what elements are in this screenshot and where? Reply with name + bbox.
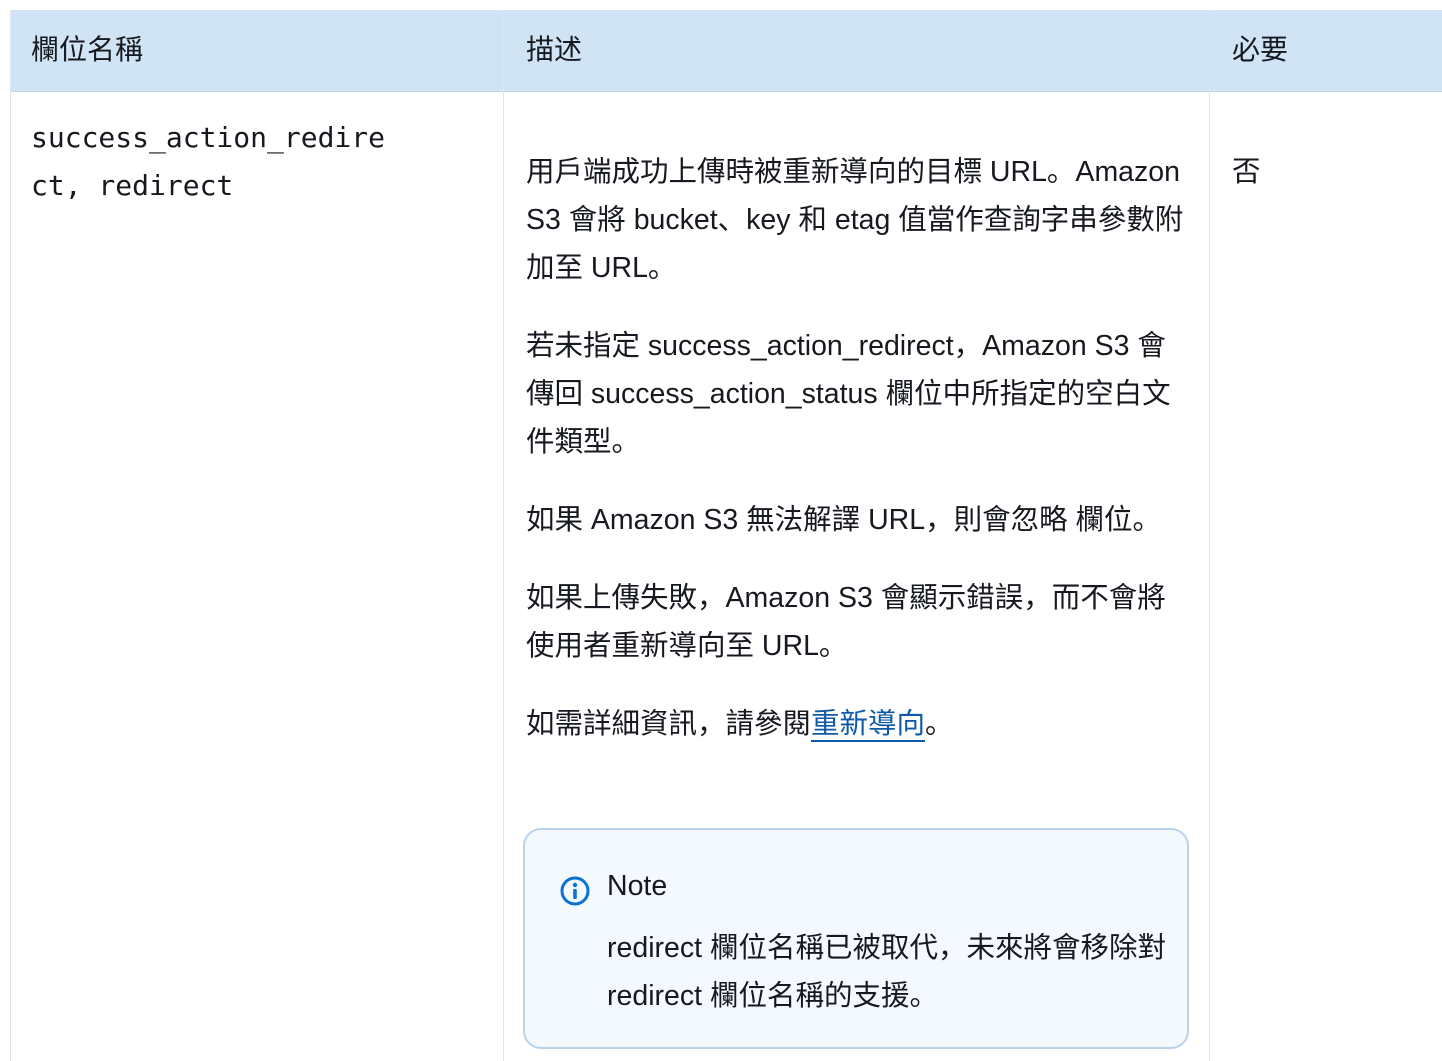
description-paragraph: 若未指定 success_action_redirect，Amazon S3 會… [526,330,1171,458]
description-paragraph: 用戶端成功上傳時被重新導向的目標 URL。Amazon S3 會將 bucket… [526,156,1184,284]
table-header-row: 欄位名稱 描述 必要 [11,10,1442,92]
more-info-text: 如需詳細資訊，請參閱 [526,708,812,740]
header-description: 描述 [526,34,583,65]
description-paragraph: 如果上傳失敗，Amazon S3 會顯示錯誤，而不會將使用者重新導向至 URL。 [526,582,1166,662]
field-table: 欄位名稱 描述 必要 success_action_redirect, redi… [10,10,1442,1061]
column-divider [1209,10,1210,1061]
header-required: 必要 [1232,34,1289,65]
field-name-cell: success_action_redirect, redirect [31,121,386,202]
note-callout: Note redirect 欄位名稱已被取代，未來將會移除對 redirect … [523,828,1189,1049]
column-divider [503,10,504,1061]
description-paragraph: 如需詳細資訊，請參閱重新導向。 [526,700,1191,748]
description-cell: 用戶端成功上傳時被重新導向的目標 URL。Amazon S3 會將 bucket… [526,148,1191,778]
description-paragraph: 如果 Amazon S3 無法解譯 URL，則會忽略 欄位。 [526,504,1162,536]
punctuation: 。 [925,708,954,740]
required-cell: 否 [1232,156,1261,188]
note-body: redirect 欄位名稱已被取代，未來將會移除對 redirect 欄位名稱的… [607,932,1166,1012]
note-title: Note [607,870,668,902]
redirect-link[interactable]: 重新導向 [811,708,926,742]
header-field-name: 欄位名稱 [31,34,144,65]
info-icon [559,875,591,907]
